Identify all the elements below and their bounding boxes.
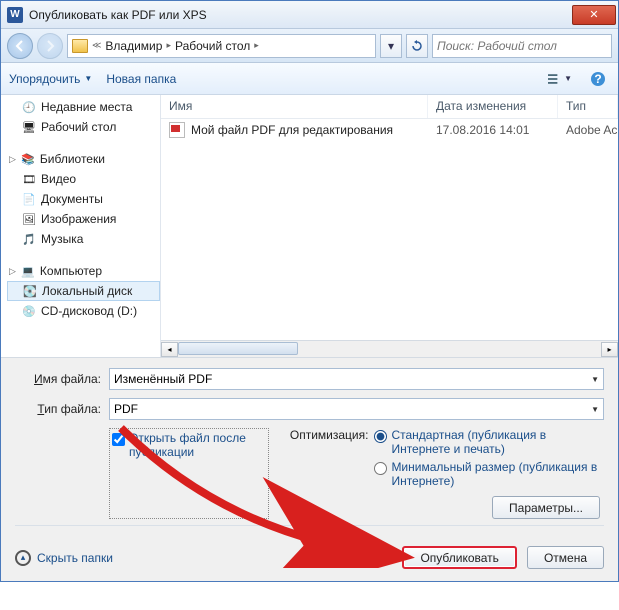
tools-menu[interactable]: Сервис ▼ (339, 551, 392, 565)
column-headers: Имя Дата изменения Тип (161, 95, 618, 119)
word-app-icon: W (7, 7, 23, 23)
open-after-checkbox[interactable]: Открыть файл после публикации (109, 428, 269, 519)
chevron-down-icon: ▼ (385, 553, 393, 562)
documents-icon: 📄 (21, 192, 37, 206)
col-date[interactable]: Дата изменения (428, 95, 558, 118)
organize-menu[interactable]: Упорядочить▼ (9, 72, 92, 86)
tree-recent[interactable]: 🕘Недавние места (7, 97, 160, 117)
params-button[interactable]: Параметры... (492, 496, 600, 519)
pdf-icon (169, 122, 185, 138)
filename-input[interactable]: Изменённый PDF ▼ (109, 368, 604, 390)
drive-icon: 💽 (22, 284, 38, 298)
window-title: Опубликовать как PDF или XPS (29, 8, 572, 22)
file-items[interactable]: Мой файл PDF для редактирования 17.08.20… (161, 119, 618, 340)
scroll-thumb[interactable] (178, 342, 298, 355)
svg-text:?: ? (594, 72, 601, 86)
arrow-right-icon (44, 40, 56, 52)
optimization-label: Оптимизация: (289, 428, 368, 488)
save-dialog: W Опубликовать как PDF или XPS ✕ ≪ Влади… (0, 0, 619, 582)
opt-standard-radio[interactable]: Стандартная (публикация в Интернете и пе… (374, 428, 604, 456)
col-type[interactable]: Тип (558, 95, 618, 118)
music-icon: 🎵 (21, 232, 37, 246)
chevron-down-icon[interactable]: ▼ (591, 405, 599, 414)
filename-label: Имя файла: (15, 372, 101, 386)
arrow-left-icon (14, 40, 26, 52)
search-input[interactable] (437, 39, 607, 53)
open-after-input[interactable] (112, 433, 125, 446)
hide-folders-link[interactable]: ▴ Скрыть папки (15, 550, 113, 566)
help-icon: ? (590, 71, 606, 87)
cd-icon: 💿 (21, 304, 37, 318)
view-icon (548, 72, 562, 86)
help-button[interactable]: ? (586, 68, 610, 90)
breadcrumb-segment[interactable]: Владимир (105, 39, 162, 53)
search-field[interactable] (432, 34, 612, 58)
tree-video[interactable]: 🎞Видео (7, 169, 160, 189)
computer-icon: 💻 (20, 264, 36, 278)
collapse-icon: ▴ (15, 550, 31, 566)
toolbar: Упорядочить▼ Новая папка ▼ ? (1, 63, 618, 95)
cancel-button[interactable]: Отмена (527, 546, 604, 569)
chevron-down-icon[interactable]: ▼ (591, 375, 599, 384)
close-button[interactable]: ✕ (572, 5, 616, 25)
titlebar: W Опубликовать как PDF или XPS ✕ (1, 1, 618, 29)
nav-forward-button[interactable] (37, 33, 63, 59)
tree-music[interactable]: 🎵Музыка (7, 229, 160, 249)
pictures-icon: 🖼 (21, 212, 37, 226)
scroll-right[interactable]: ▸ (601, 342, 618, 357)
h-scrollbar[interactable]: ◂ ▸ (161, 340, 618, 357)
opt-minimal-radio[interactable]: Минимальный размер (публикация в Интерне… (374, 460, 604, 488)
filetype-label: Тип файла: (15, 402, 101, 416)
breadcrumb-segment[interactable]: Рабочий стол (175, 39, 250, 53)
breadcrumb-dropdown[interactable]: ▾ (380, 34, 402, 58)
video-icon: 🎞 (21, 172, 37, 186)
footer: ▴ Скрыть папки Сервис ▼ Опубликовать Отм… (1, 538, 618, 581)
breadcrumb[interactable]: ≪ Владимир ▸ Рабочий стол ▸ (67, 34, 376, 58)
view-menu[interactable]: ▼ (548, 68, 572, 90)
new-folder-button[interactable]: Новая папка (106, 72, 176, 86)
folder-icon (72, 39, 88, 53)
tree-pictures[interactable]: 🖼Изображения (7, 209, 160, 229)
library-icon: 📚 (20, 152, 36, 166)
nav-back-button[interactable] (7, 33, 33, 59)
body: 🕘Недавние места 🖥Рабочий стол ▷📚Библиоте… (1, 95, 618, 357)
file-row[interactable]: Мой файл PDF для редактирования 17.08.20… (161, 119, 618, 141)
tree-cd[interactable]: 💿CD-дисковод (D:) (7, 301, 160, 321)
nav-row: ≪ Владимир ▸ Рабочий стол ▸ ▾ (1, 29, 618, 63)
file-list: Имя Дата изменения Тип Мой файл PDF для … (161, 95, 618, 357)
col-name[interactable]: Имя (161, 95, 428, 118)
scroll-left[interactable]: ◂ (161, 342, 178, 357)
chevron-down-icon: ▼ (564, 74, 572, 83)
recent-icon: 🕘 (21, 100, 37, 114)
tree-desktop[interactable]: 🖥Рабочий стол (7, 117, 160, 137)
folder-tree[interactable]: 🕘Недавние места 🖥Рабочий стол ▷📚Библиоте… (1, 95, 161, 357)
filetype-select[interactable]: PDF ▼ (109, 398, 604, 420)
scroll-track[interactable] (178, 342, 601, 357)
tree-documents[interactable]: 📄Документы (7, 189, 160, 209)
tree-localdisk[interactable]: 💽Локальный диск (7, 281, 160, 301)
publish-button[interactable]: Опубликовать (402, 546, 516, 569)
refresh-button[interactable] (406, 34, 428, 58)
tree-libraries[interactable]: ▷📚Библиотеки (7, 149, 160, 169)
chevron-down-icon: ▼ (84, 74, 92, 83)
optimization-group: Оптимизация: Стандартная (публикация в И… (289, 428, 604, 519)
tree-computer[interactable]: ▷💻Компьютер (7, 261, 160, 281)
refresh-icon (411, 40, 423, 52)
chevron-right-icon: ▸ (254, 40, 259, 51)
form-area: Имя файла: Изменённый PDF ▼ Тип файла: P… (1, 357, 618, 538)
desktop-icon: 🖥 (21, 120, 37, 134)
chevron-icon: ≪ (92, 40, 101, 51)
chevron-right-icon: ▸ (166, 40, 171, 51)
